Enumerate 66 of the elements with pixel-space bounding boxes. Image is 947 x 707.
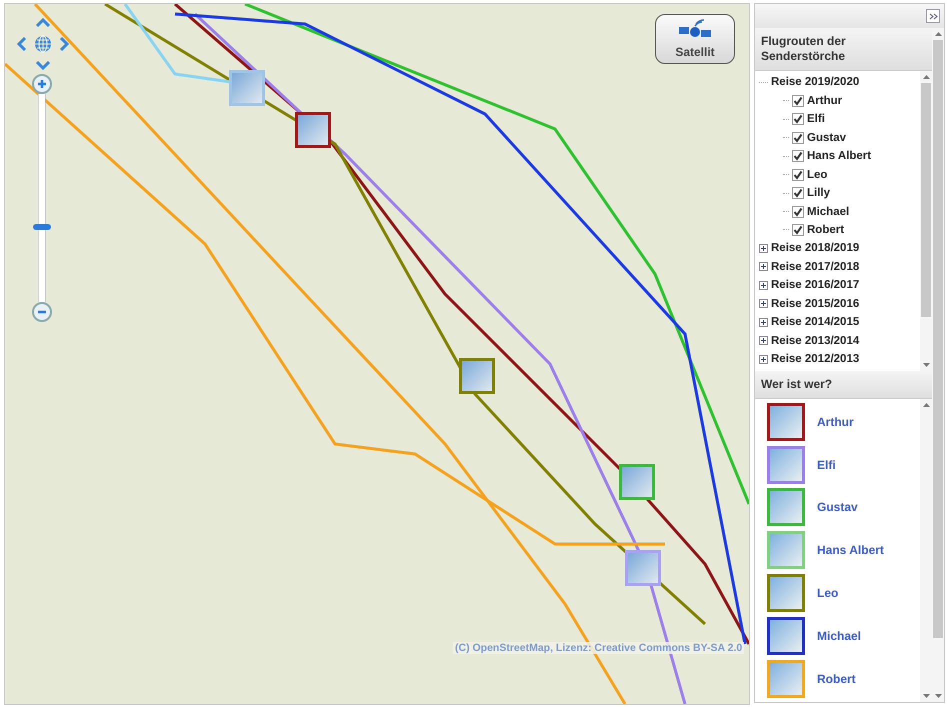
tree-item[interactable]: Hans Albert: [759, 146, 916, 166]
tree-item[interactable]: Reise 2019/2020: [759, 73, 916, 92]
zoom-out-button[interactable]: [32, 302, 52, 322]
collapse-sidebar-button[interactable]: [926, 9, 940, 23]
tree-item[interactable]: Arthur: [759, 91, 916, 110]
bird-link[interactable]: Gustav: [817, 500, 858, 514]
expand-icon[interactable]: [759, 299, 768, 308]
bird-link[interactable]: Arthur: [817, 414, 854, 429]
expand-icon[interactable]: [759, 262, 768, 272]
bird-link[interactable]: Michael: [817, 628, 862, 643]
checkbox[interactable]: [792, 150, 804, 162]
plus-icon: [37, 79, 47, 89]
tree-item[interactable]: Reise 2017/2018: [759, 258, 916, 276]
panel-title: Wer ist wer?: [755, 370, 932, 399]
checkbox[interactable]: [792, 113, 804, 126]
satellite-button[interactable]: Satellit: [655, 14, 735, 64]
stork-marker[interactable]: [459, 358, 495, 394]
tree-item[interactable]: Reise 2012/2013: [759, 350, 916, 368]
expand-icon[interactable]: [759, 280, 768, 290]
tree-item[interactable]: Robert: [759, 220, 916, 240]
tree-item[interactable]: Leo: [759, 165, 916, 184]
pan-left-icon[interactable]: [17, 37, 26, 51]
checkbox[interactable]: [792, 187, 804, 200]
zoom-slider-thumb[interactable]: [33, 224, 51, 230]
stork-marker[interactable]: [619, 464, 655, 500]
bird-link[interactable]: Leo: [817, 586, 838, 600]
checkbox[interactable]: [792, 168, 804, 181]
map[interactable]: Satellit (C) OpenStreetMap, Lizenz: Creative Commons BY-SA 2.0: [4, 3, 750, 705]
tree-item[interactable]: Reise 2018/2019: [759, 239, 916, 258]
globe-icon[interactable]: [34, 35, 52, 53]
expand-icon[interactable]: [759, 336, 768, 346]
scroll-up-icon[interactable]: [922, 402, 930, 407]
tree-item[interactable]: Lilly: [759, 184, 916, 202]
checkbox[interactable]: [792, 206, 804, 218]
stork-marker[interactable]: [295, 112, 331, 148]
pan-up-icon[interactable]: [36, 18, 50, 27]
tree-item[interactable]: Reise 2015/2016: [759, 294, 916, 314]
stork-marker[interactable]: [625, 550, 661, 586]
zoom-in-button[interactable]: [32, 74, 52, 94]
tree-item[interactable]: Michael: [759, 202, 916, 221]
bird-link[interactable]: Elfi: [817, 458, 836, 472]
scroll-down-icon[interactable]: [922, 362, 930, 367]
stork-marker[interactable]: [229, 70, 265, 106]
checkbox[interactable]: [792, 94, 804, 107]
double-chevron-icon: [928, 12, 938, 20]
bird-link[interactable]: Robert: [817, 672, 856, 686]
pan-right-icon[interactable]: [60, 37, 69, 51]
scrollbar[interactable]: [920, 71, 932, 371]
expand-icon[interactable]: [759, 318, 768, 327]
scroll-up-icon[interactable]: [922, 75, 930, 79]
tree-item[interactable]: Elfi: [759, 110, 916, 128]
panel-title: Flugrouten der Senderstörche: [755, 28, 932, 71]
expand-icon[interactable]: [759, 244, 768, 253]
tree-item[interactable]: Reise 2013/2014: [759, 332, 916, 350]
map-attribution: (C) OpenStreetMap, Lizenz: Creative Commons BY-SA 2.0: [453, 642, 744, 654]
pan-down-icon[interactable]: [36, 61, 50, 70]
checkbox[interactable]: [792, 224, 804, 236]
scrollbar[interactable]: [932, 28, 944, 702]
expand-icon[interactable]: [759, 354, 768, 364]
scrollbar[interactable]: [920, 398, 932, 702]
tree-item[interactable]: Reise 2016/2017: [759, 276, 916, 295]
checkbox[interactable]: [792, 132, 804, 144]
tree-item[interactable]: Gustav: [759, 128, 916, 147]
tree-item[interactable]: Reise 2014/2015: [759, 313, 916, 332]
bird-link[interactable]: Hans Albert: [817, 543, 884, 558]
scroll-up-icon[interactable]: [934, 32, 942, 36]
